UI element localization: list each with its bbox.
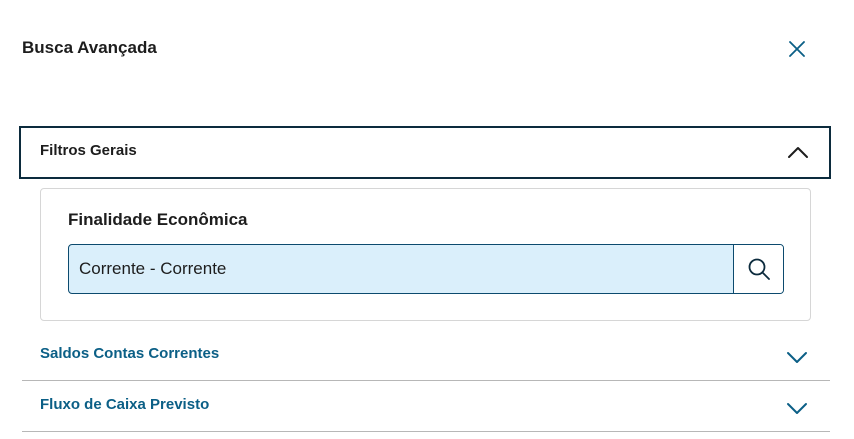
lookup-search-button[interactable] — [733, 245, 783, 293]
filtros-gerais-header[interactable]: Filtros Gerais — [19, 126, 831, 179]
dialog-title: Busca Avançada — [22, 38, 157, 57]
close-button[interactable] — [784, 36, 810, 62]
fluxo-de-caixa-previsto-header[interactable]: Fluxo de Caixa Previsto — [22, 382, 830, 432]
filtros-gerais-panel: Finalidade Econômica Corrente - Corrente — [40, 188, 811, 321]
finalidade-economica-input[interactable]: Corrente - Corrente — [79, 259, 226, 279]
finalidade-economica-lookup: Corrente - Corrente — [68, 244, 784, 294]
search-icon — [748, 258, 770, 280]
chevron-up-icon — [788, 147, 808, 158]
chevron-down-icon — [787, 352, 807, 363]
chevron-down-icon — [787, 403, 807, 414]
filtros-gerais-label: Filtros Gerais — [40, 142, 137, 159]
finalidade-economica-label: Finalidade Econômica — [68, 210, 248, 229]
close-icon — [789, 41, 805, 57]
fluxo-de-caixa-previsto-label: Fluxo de Caixa Previsto — [40, 396, 210, 413]
saldos-contas-correntes-label: Saldos Contas Correntes — [40, 345, 220, 362]
saldos-contas-correntes-header[interactable]: Saldos Contas Correntes — [22, 331, 830, 381]
